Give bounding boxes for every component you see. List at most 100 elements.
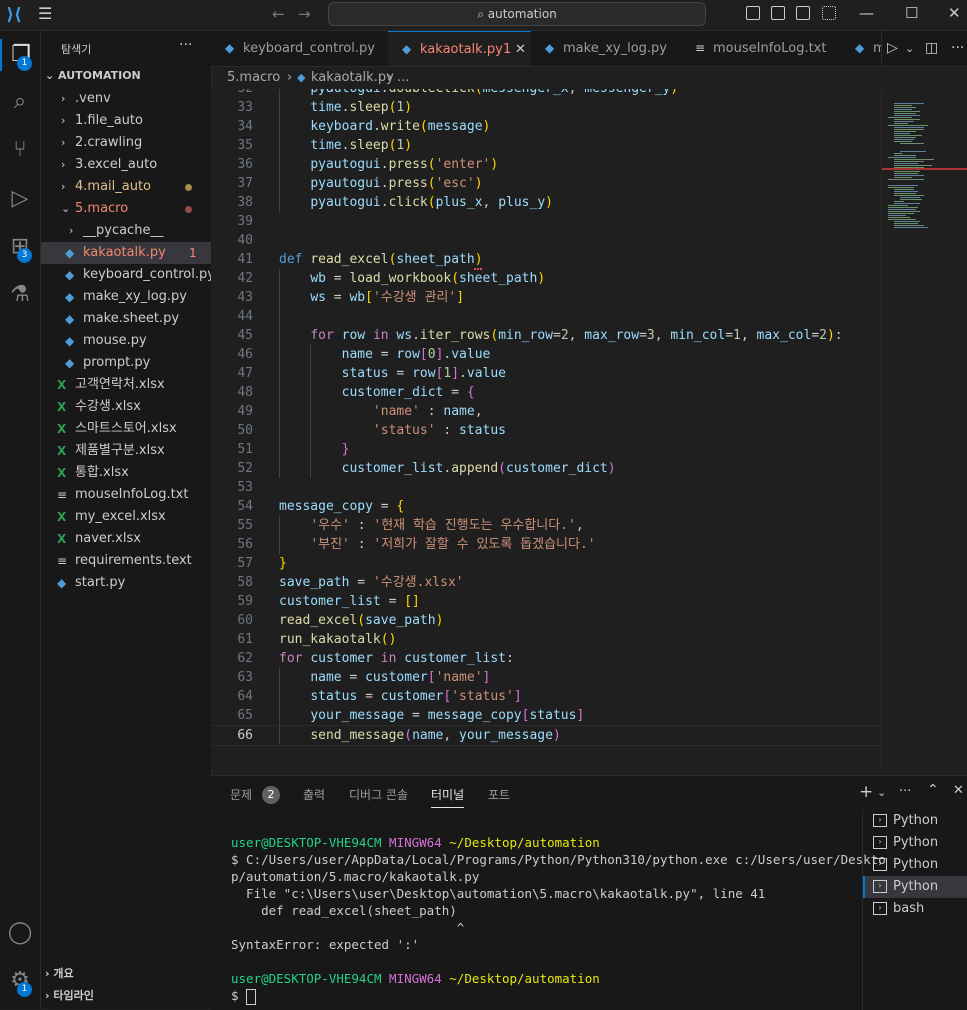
editor-tab[interactable]: ◆ keyboard_control.py	[211, 31, 389, 66]
tree-file[interactable]: ≡ mouseInfoLog.txt	[41, 484, 211, 506]
tree-file[interactable]: X 수강생.xlsx	[41, 396, 211, 418]
code-line[interactable]: 58 save_path = '수강생.xlsx'	[211, 573, 881, 592]
maximize-icon[interactable]: ☐	[905, 4, 918, 22]
code-line[interactable]: 60 read_excel(save_path)	[211, 611, 881, 630]
more-actions-icon[interactable]: ···	[899, 784, 911, 799]
breadcrumb-symbol[interactable]: ...	[397, 67, 409, 89]
code-line[interactable]: 59 customer_list = []	[211, 592, 881, 611]
code-line[interactable]: 63 name = customer['name']	[211, 668, 881, 687]
more-actions-icon[interactable]: ···	[951, 31, 964, 66]
code-line[interactable]: 46 name = row[0].value	[211, 345, 881, 364]
code-line[interactable]: 35 time.sleep(1)	[211, 136, 881, 155]
workspace-root[interactable]: ⌄ AUTOMATION	[45, 69, 141, 82]
chevron-down-icon[interactable]: ⌄	[877, 786, 886, 799]
back-arrow-icon[interactable]: ←	[272, 5, 285, 23]
toggle-secondary-sidebar-icon[interactable]	[796, 6, 810, 20]
close-icon[interactable]: ✕	[948, 4, 961, 22]
tree-folder[interactable]: › 2.crawling	[41, 132, 211, 154]
source-control-icon[interactable]: ⑂	[4, 134, 36, 166]
tree-file[interactable]: X 스마트스토어.xlsx	[41, 418, 211, 440]
breadcrumb-folder[interactable]: 5.macro	[227, 67, 280, 89]
terminal-output[interactable]: user@DESKTOP-VHE94CM MINGW64 ~/Desktop/a…	[231, 834, 886, 1005]
code-line[interactable]: 42 wb = load_workbook(sheet_path)	[211, 269, 881, 288]
breadcrumb-file[interactable]: kakaotalk.py	[311, 67, 394, 89]
editor-tab[interactable]: ◆ kakaotalk.py 1 ✕	[388, 31, 532, 66]
tree-file[interactable]: X 고객연락처.xlsx	[41, 374, 211, 396]
toggle-primary-sidebar-icon[interactable]	[746, 6, 760, 20]
maximize-panel-icon[interactable]: ⌃	[927, 782, 939, 798]
minimize-icon[interactable]: —	[859, 4, 874, 22]
tree-folder[interactable]: › 1.file_auto	[41, 110, 211, 132]
code-line[interactable]: 51 }	[211, 440, 881, 459]
tree-folder[interactable]: ⌄ 5.macro	[41, 198, 211, 220]
tab-close-icon[interactable]: ✕	[515, 32, 526, 66]
tree-folder[interactable]: › __pycache__	[41, 220, 211, 242]
tree-file[interactable]: ◆ start.py	[41, 572, 211, 594]
code-line[interactable]: 48 customer_dict = {	[211, 383, 881, 402]
terminal-instance[interactable]: › Python	[863, 810, 967, 832]
tree-file[interactable]: ◆ keyboard_control.py	[41, 264, 215, 286]
code-line[interactable]: 62 for customer in customer_list:	[211, 649, 881, 668]
tree-folder[interactable]: › .venv	[41, 88, 211, 110]
tree-folder[interactable]: › 3.excel_auto	[41, 154, 211, 176]
code-line[interactable]: 45 for row in ws.iter_rows(min_row=2, ma…	[211, 326, 881, 345]
code-line[interactable]: 49 'name' : name,	[211, 402, 881, 421]
minimap[interactable]	[881, 89, 967, 769]
code-line[interactable]: 53	[211, 478, 881, 497]
code-editor[interactable]: 32 pyautogui.doubleClick(messenger_x, me…	[211, 89, 881, 769]
search-icon[interactable]: ⌕	[4, 86, 36, 118]
code-line[interactable]: 55 '우수' : '현재 학습 진행도는 우수합니다.',	[211, 516, 881, 535]
timeline-section[interactable]: › 타임라인	[45, 987, 94, 1003]
panel-tab[interactable]: 디버그 콘솔	[349, 786, 408, 803]
code-line[interactable]: 61 run_kakaotalk()	[211, 630, 881, 649]
code-line[interactable]: 57}	[211, 554, 881, 573]
code-line[interactable]: 56 '부진' : '저희가 잘할 수 있도록 돕겠습니다.'	[211, 535, 881, 554]
panel-tab[interactable]: 출력	[303, 786, 325, 803]
tree-file[interactable]: ≡ requirements.text	[41, 550, 211, 572]
code-line[interactable]: 66 send_message(name, your_message)	[211, 725, 881, 746]
tree-folder[interactable]: › 4.mail_auto	[41, 176, 211, 198]
code-line[interactable]: 64 status = customer['status']	[211, 687, 881, 706]
chevron-down-icon[interactable]: ⌄	[905, 31, 914, 66]
code-line[interactable]: 54 message_copy = {	[211, 497, 881, 516]
new-terminal-icon[interactable]: +	[859, 782, 873, 802]
code-line[interactable]: 38 pyautogui.click(plus_x, plus_y)	[211, 193, 881, 212]
split-editor-icon[interactable]: ◫	[925, 31, 938, 66]
code-line[interactable]: 33 time.sleep(1)	[211, 98, 881, 117]
terminal-instance[interactable]: › Python	[863, 876, 967, 898]
customize-layout-icon[interactable]	[822, 6, 836, 20]
editor-tab[interactable]: ◆m	[841, 31, 882, 66]
command-center-search[interactable]: ⌕ automation	[328, 2, 706, 26]
code-line[interactable]: 34 keyboard.write(message)	[211, 117, 881, 136]
code-line[interactable]: 39	[211, 212, 881, 231]
testing-icon[interactable]: ⚗	[4, 279, 36, 311]
close-panel-icon[interactable]: ✕	[953, 783, 964, 798]
forward-arrow-icon[interactable]: →	[298, 5, 311, 23]
tree-file[interactable]: ◆ make_xy_log.py	[41, 286, 211, 308]
code-line[interactable]: 65 your_message = message_copy[status]	[211, 706, 881, 725]
tree-file[interactable]: X 제품별구분.xlsx	[41, 440, 211, 462]
more-actions-icon[interactable]: ···	[179, 37, 192, 53]
code-line[interactable]: 44	[211, 307, 881, 326]
tree-file[interactable]: ◆ mouse.py	[41, 330, 211, 352]
terminal-instance[interactable]: › bash	[863, 898, 967, 920]
tree-file[interactable]: Xnaver.xlsx	[41, 528, 211, 550]
account-icon[interactable]: ◯	[4, 917, 36, 949]
tree-file[interactable]: Xmy_excel.xlsx	[41, 506, 211, 528]
code-line[interactable]: 47 status = row[1].value	[211, 364, 881, 383]
run-python-icon[interactable]: ▷	[887, 31, 898, 66]
toggle-panel-icon[interactable]	[771, 6, 785, 20]
code-line[interactable]: 36 pyautogui.press('enter')	[211, 155, 881, 174]
terminal-instance[interactable]: › Python	[863, 854, 967, 876]
code-line[interactable]: 52 customer_list.append(customer_dict)	[211, 459, 881, 478]
code-line[interactable]: 37 pyautogui.press('esc')	[211, 174, 881, 193]
editor-tab[interactable]: ≡ mouseInfoLog.txt	[681, 31, 842, 66]
tree-file[interactable]: ◆ make.sheet.py	[41, 308, 211, 330]
outline-section[interactable]: › 개요	[45, 965, 74, 981]
panel-tab[interactable]: 문제	[230, 786, 252, 803]
terminal-instance[interactable]: › Python	[863, 832, 967, 854]
tree-file[interactable]: ◆ kakaotalk.py 1	[41, 242, 211, 264]
run-debug-icon[interactable]: ▷	[4, 183, 36, 215]
editor-tab[interactable]: ◆ make_xy_log.py	[531, 31, 682, 66]
code-line[interactable]: 40	[211, 231, 881, 250]
